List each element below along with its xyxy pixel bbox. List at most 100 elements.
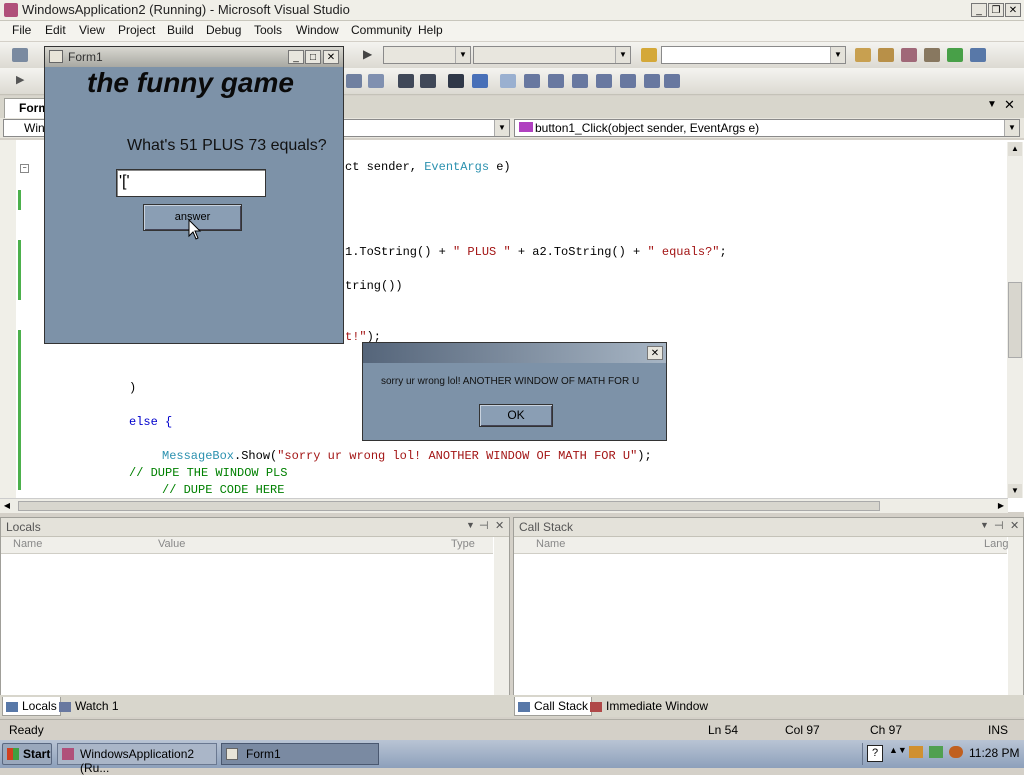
scroll-left-icon[interactable]: ◀ [0, 499, 14, 513]
tab-call-stack[interactable]: Call Stack [514, 697, 593, 716]
maximize-button[interactable]: □ [305, 50, 321, 64]
menu-view[interactable]: View [79, 23, 105, 37]
locals-scrollbar[interactable] [494, 537, 509, 697]
pane-close-icon[interactable]: ✕ [1010, 519, 1019, 532]
editor-horizontal-scrollbar[interactable]: ◀ ▶ [0, 498, 1008, 513]
scroll-up-icon[interactable]: ▲ [1008, 142, 1022, 156]
next-bookmark-folder-icon[interactable] [596, 74, 612, 88]
code-comment: // DUPE CODE HERE [162, 483, 285, 497]
prev-bookmark-folder-icon[interactable] [572, 74, 588, 88]
right-pane-tabs: Call Stack Immediate Window [512, 695, 1024, 717]
tray-network-icon[interactable] [929, 746, 943, 758]
next-bookmark-icon[interactable] [548, 74, 564, 88]
parameter-info-icon[interactable] [368, 74, 384, 88]
prev-bookmark-icon[interactable] [524, 74, 540, 88]
form-icon [49, 50, 63, 63]
help-icon[interactable]: ? [867, 745, 883, 762]
locals-icon [6, 701, 18, 712]
pane-close-icon[interactable]: ✕ [495, 519, 504, 532]
tab-watch1[interactable]: Watch 1 [56, 697, 122, 715]
bookmark-icon[interactable] [500, 74, 516, 88]
step-icon[interactable]: ▶ [16, 73, 24, 86]
column-language[interactable]: Lang [984, 538, 1008, 550]
immediate-window-icon [590, 701, 602, 712]
menu-bar: File Edit View Project Build Debug Tools… [0, 21, 1024, 41]
code-text: e) [489, 160, 511, 174]
clear-bookmarks-icon[interactable] [664, 74, 680, 88]
column-name[interactable]: Name [536, 538, 565, 550]
uncomment-icon[interactable] [472, 74, 488, 88]
answer-input[interactable]: '[' [116, 169, 266, 197]
toolbox-icon[interactable] [924, 48, 940, 62]
scroll-down-icon[interactable]: ▼ [1008, 484, 1022, 498]
tray-search-icon[interactable] [949, 746, 963, 758]
left-pane-tabs: Locals Watch 1 [0, 695, 512, 717]
decrease-indent-icon[interactable] [398, 74, 414, 88]
close-document-icon[interactable]: ✕ [1004, 97, 1015, 113]
scroll-thumb[interactable] [1008, 282, 1022, 358]
pane-menu-icon[interactable]: ▼ [980, 520, 989, 530]
menu-build[interactable]: Build [167, 23, 194, 37]
next-bookmark-doc-icon[interactable] [644, 74, 660, 88]
solution-explorer-icon[interactable] [855, 48, 871, 62]
tab-immediate-window[interactable]: Immediate Window [587, 697, 711, 715]
properties-icon[interactable] [878, 48, 894, 62]
continue-icon[interactable]: ▶ [363, 47, 372, 61]
call-stack-scrollbar[interactable] [1008, 537, 1023, 697]
message-box-title-bar[interactable]: ✕ [363, 343, 666, 363]
vs-app-icon [4, 3, 18, 17]
menu-window[interactable]: Window [296, 23, 339, 37]
command-window-icon[interactable] [970, 48, 986, 62]
taskbar-item-vs[interactable]: WindowsApplication2 (Ru... [57, 743, 217, 775]
column-value[interactable]: Value [158, 538, 185, 550]
member-list-icon[interactable] [346, 74, 362, 88]
close-button[interactable]: ✕ [323, 50, 339, 64]
menu-community[interactable]: Community [351, 23, 412, 37]
minimize-button[interactable]: _ [288, 50, 304, 64]
editor-vertical-scrollbar[interactable]: ▲ ▼ [1007, 142, 1023, 498]
menu-debug[interactable]: Debug [206, 23, 241, 37]
menu-help[interactable]: Help [418, 23, 443, 37]
close-button[interactable]: ✕ [647, 346, 663, 360]
form1-title-bar[interactable]: Form1 _ □ ✕ [45, 47, 343, 67]
member-combo-value: button1_Click(object sender, EventArgs e… [535, 121, 760, 135]
tray-arrows-icon[interactable]: ▲▼ [889, 745, 907, 755]
answer-input-value: '[' [119, 173, 130, 190]
scroll-thumb[interactable] [18, 501, 880, 511]
menu-tools[interactable]: Tools [254, 23, 282, 37]
tab-list-icon[interactable]: ▼ [987, 99, 997, 110]
find-icon[interactable] [641, 48, 657, 62]
increase-indent-icon[interactable] [420, 74, 436, 88]
new-project-icon[interactable] [12, 48, 28, 62]
object-browser-icon[interactable] [901, 48, 917, 62]
ok-button[interactable]: OK [479, 404, 553, 427]
start-button[interactable]: Start [2, 743, 52, 765]
menu-file[interactable]: File [12, 23, 31, 37]
outline-collapse-icon[interactable]: − [20, 164, 29, 173]
status-line: Ln 54 [708, 723, 739, 737]
minimize-button[interactable]: _ [971, 3, 987, 17]
find-combo[interactable]: ▼ [661, 46, 846, 64]
status-insert-mode: INS [988, 723, 1009, 737]
platform-combo[interactable]: ▼ [473, 46, 631, 64]
start-page-icon[interactable] [947, 48, 963, 62]
menu-project[interactable]: Project [118, 23, 155, 37]
solution-config-combo[interactable]: ▼ [383, 46, 471, 64]
close-button[interactable]: ✕ [1005, 3, 1021, 17]
tray-app-icon[interactable] [909, 746, 923, 758]
pin-icon[interactable]: ⊣ [479, 519, 489, 532]
comment-icon[interactable] [448, 74, 464, 88]
pane-menu-icon[interactable]: ▼ [466, 520, 475, 530]
scroll-right-icon[interactable]: ▶ [994, 499, 1008, 513]
menu-edit[interactable]: Edit [45, 23, 66, 37]
taskbar-item-form1[interactable]: Form1 [221, 743, 379, 765]
tab-locals[interactable]: Locals [2, 697, 61, 716]
prev-bookmark-doc-icon[interactable] [620, 74, 636, 88]
tab-label: Locals [22, 699, 57, 713]
code-line: tring()) [345, 279, 403, 293]
pin-icon[interactable]: ⊣ [994, 519, 1004, 532]
column-type[interactable]: Type [451, 538, 475, 550]
restore-button[interactable]: ❐ [988, 3, 1004, 17]
member-combo[interactable]: button1_Click(object sender, EventArgs e… [514, 119, 1020, 137]
column-name[interactable]: Name [13, 538, 42, 550]
